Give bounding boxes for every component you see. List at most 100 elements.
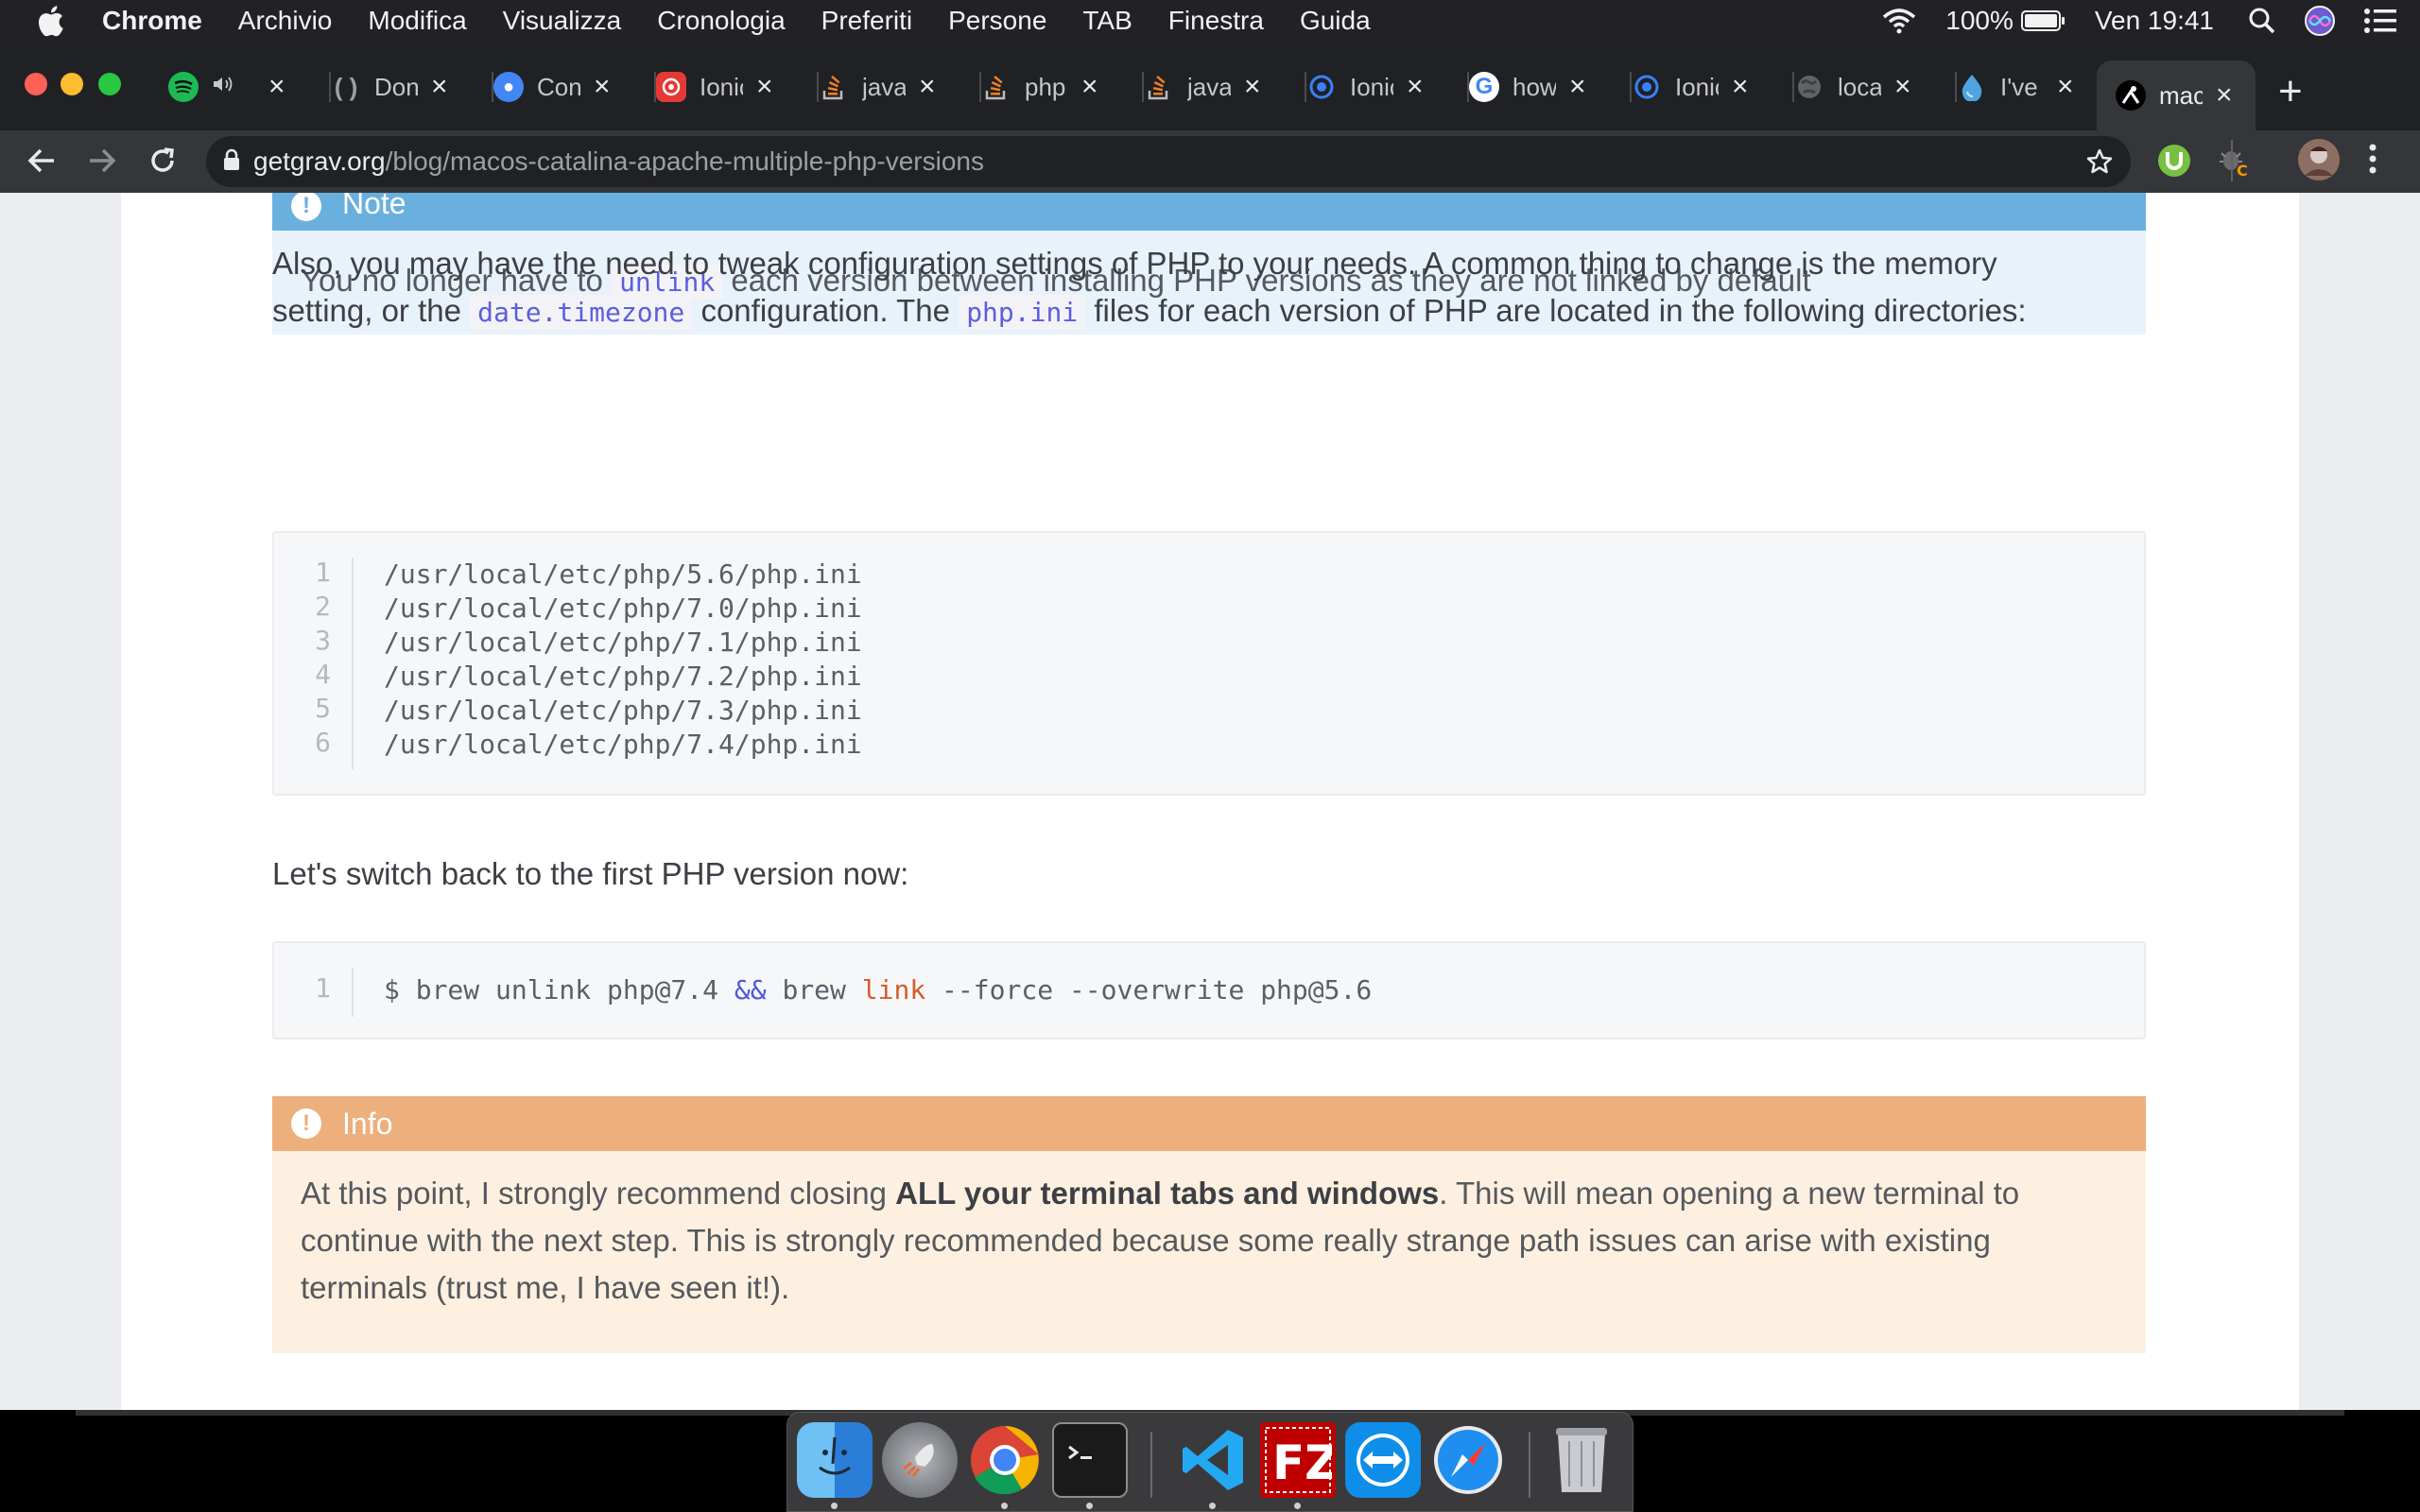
bug-extension-icon[interactable]: C: [2216, 144, 2250, 182]
browser-tab[interactable]: java ×: [819, 60, 981, 113]
menu-preferiti[interactable]: Preferiti: [821, 6, 912, 36]
paragraph-line: Also, you may have the need to tweak con…: [272, 246, 1997, 281]
chrome-toolbar: getgrav.org/blog/macos-catalina-apache-m…: [0, 130, 2420, 193]
tab-close-icon[interactable]: ×: [756, 71, 773, 103]
menu-archivio[interactable]: Archivio: [238, 6, 333, 36]
ionic-icon: [656, 72, 686, 102]
new-tab-button[interactable]: +: [2278, 68, 2303, 115]
macos-dock: FZ: [786, 1412, 1634, 1512]
utorrent-extension-icon[interactable]: [2157, 144, 2191, 182]
running-indicator: [831, 1503, 838, 1509]
wifi-icon[interactable]: [1881, 8, 1917, 34]
launchpad-icon[interactable]: [882, 1422, 958, 1498]
chrome-icon[interactable]: [967, 1422, 1043, 1498]
ionic-icon: [1306, 72, 1337, 102]
line-number: 3: [315, 625, 331, 656]
speaker-icon[interactable]: [212, 75, 255, 99]
url-text[interactable]: getgrav.org/blog/macos-catalina-apache-m…: [253, 146, 984, 177]
finder-icon[interactable]: [797, 1422, 873, 1498]
reload-button[interactable]: [142, 140, 183, 181]
back-button[interactable]: [21, 140, 62, 181]
menu-visualizza[interactable]: Visualizza: [503, 6, 622, 36]
clock[interactable]: Ven 19:41: [2095, 6, 2214, 36]
menu-cronologia[interactable]: Cronologia: [657, 6, 785, 36]
teamviewer-icon[interactable]: [1345, 1422, 1421, 1498]
trash-icon[interactable]: [1544, 1422, 1619, 1498]
menu-modifica[interactable]: Modifica: [368, 6, 466, 36]
code-block-brew-command[interactable]: 1 $ brew unlink php@7.4 && brew link --f…: [272, 941, 2146, 1040]
browser-tab[interactable]: ( ) Don ×: [331, 60, 493, 113]
browser-tab[interactable]: Ionic ×: [1632, 60, 1794, 113]
browser-tab[interactable]: ×: [168, 60, 331, 113]
browser-tab[interactable]: ● Con ×: [493, 60, 656, 113]
browser-tab[interactable]: G how ×: [1469, 60, 1632, 113]
tab-close-icon[interactable]: ×: [1244, 71, 1261, 103]
running-indicator: [1001, 1503, 1008, 1509]
browser-tab[interactable]: I've ×: [1957, 60, 2119, 113]
tab-close-icon[interactable]: ×: [2216, 79, 2233, 112]
notification-center-icon[interactable]: [2363, 8, 2397, 34]
note-title: Note: [342, 193, 406, 220]
tab-title: mac: [2159, 80, 2203, 110]
google-icon: G: [1469, 72, 1499, 102]
code-lines: /usr/local/etc/php/5.6/php.ini /usr/loca…: [384, 558, 862, 762]
menu-guida[interactable]: Guida: [1300, 6, 1371, 36]
globe-icon: [1794, 72, 1824, 102]
lock-icon[interactable]: [223, 148, 240, 176]
battery-status[interactable]: 100%: [1945, 6, 2066, 36]
line-numbers: 1 2 3 4 5 6: [302, 556, 331, 760]
code-brackets-icon: ( ): [334, 72, 358, 101]
tab-close-icon[interactable]: ×: [1407, 71, 1424, 103]
filezilla-icon[interactable]: FZ: [1260, 1422, 1336, 1498]
dock-divider: [1150, 1432, 1152, 1498]
menu-tab[interactable]: TAB: [1082, 6, 1132, 36]
terminal-icon[interactable]: [1052, 1422, 1128, 1498]
chat-icon: ●: [493, 72, 524, 102]
apple-menu-icon[interactable]: [36, 4, 74, 38]
forward-arrow-icon: [90, 148, 116, 173]
tab-close-icon[interactable]: ×: [1081, 71, 1098, 103]
window-close-button[interactable]: [25, 73, 47, 95]
menu-finestra[interactable]: Finestra: [1168, 6, 1264, 36]
spotlight-search-icon[interactable]: [2248, 7, 2276, 35]
bookmark-star-icon[interactable]: [2085, 147, 2114, 180]
siri-icon[interactable]: [2305, 6, 2335, 36]
vscode-icon[interactable]: [1175, 1422, 1251, 1498]
forward-button[interactable]: [81, 140, 123, 181]
chrome-menu-icon[interactable]: [2367, 142, 2378, 180]
tab-close-icon[interactable]: ×: [268, 71, 285, 103]
browser-tab-active[interactable]: mac ×: [2097, 60, 2256, 130]
info-text-bold: ALL your terminal tabs and windows: [895, 1176, 1440, 1211]
running-indicator: [1209, 1503, 1216, 1509]
browser-tab[interactable]: loca ×: [1794, 60, 1957, 113]
safari-icon[interactable]: [1430, 1422, 1506, 1498]
text-span: files for each version of PHP are locate…: [1085, 293, 2027, 328]
tab-close-icon[interactable]: ×: [919, 71, 936, 103]
browser-tab[interactable]: java ×: [1144, 60, 1306, 113]
code-line: /usr/local/etc/php/7.0/php.ini: [384, 593, 862, 624]
tab-title: I've: [2000, 72, 2038, 101]
window-minimize-button[interactable]: [60, 73, 83, 95]
address-bar[interactable]: getgrav.org/blog/macos-catalina-apache-m…: [206, 136, 2131, 187]
battery-icon: [2020, 10, 2065, 31]
tab-close-icon[interactable]: ×: [1894, 71, 1911, 103]
tab-close-icon[interactable]: ×: [1569, 71, 1586, 103]
inline-code-phpini: php.ini: [959, 295, 1086, 330]
tab-close-icon[interactable]: ×: [1732, 71, 1749, 103]
tab-title: Ionic: [1675, 72, 1719, 101]
code-block-php-ini-paths[interactable]: 1 2 3 4 5 6 /usr/local/etc/php/5.6/php.i…: [272, 531, 2146, 796]
code-line: /usr/local/etc/php/7.1/php.ini: [384, 627, 862, 658]
browser-tab[interactable]: php ×: [981, 60, 1144, 113]
browser-tab[interactable]: Ionic ×: [656, 60, 819, 113]
tab-close-icon[interactable]: ×: [2057, 71, 2074, 103]
menu-persone[interactable]: Persone: [948, 6, 1046, 36]
browser-tab[interactable]: Ionic ×: [1306, 60, 1469, 113]
avatar[interactable]: [2297, 138, 2341, 186]
tab-title: java: [1187, 72, 1231, 101]
code-line: /usr/local/etc/php/7.4/php.ini: [384, 729, 862, 760]
tab-close-icon[interactable]: ×: [594, 71, 611, 103]
window-zoom-button[interactable]: [98, 73, 121, 95]
menu-app-name[interactable]: Chrome: [102, 6, 202, 36]
tab-close-icon[interactable]: ×: [431, 71, 448, 103]
page-viewport[interactable]: ! Note You no longer have to unlink each…: [0, 193, 2420, 1410]
